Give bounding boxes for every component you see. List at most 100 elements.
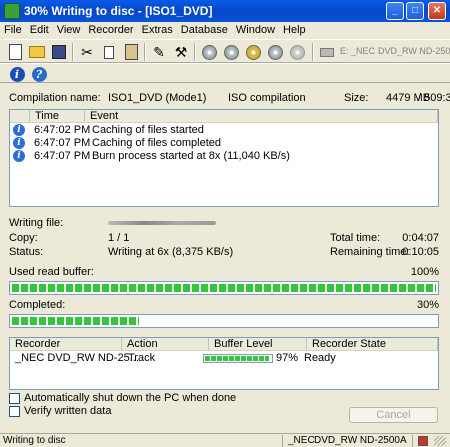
burn-icon[interactable] xyxy=(200,43,218,61)
completed-progress-bar xyxy=(9,314,439,328)
toolbar-separator xyxy=(72,43,74,61)
menu-view[interactable]: View xyxy=(53,22,85,36)
menu-recorder[interactable]: Recorder xyxy=(84,22,137,36)
completed-label: Completed: xyxy=(9,299,66,311)
menu-extras[interactable]: Extras xyxy=(138,22,177,36)
info-icon[interactable]: i xyxy=(8,65,26,83)
size-total-value: / 509:38.1 xyxy=(418,92,450,104)
event-log-list[interactable]: Time Event i 6:47:02 PM Caching of files… xyxy=(9,109,439,207)
minimize-button[interactable]: _ xyxy=(386,2,404,20)
secondary-toolbar: i ? xyxy=(0,63,450,83)
menu-file[interactable]: File xyxy=(0,22,26,36)
resize-grip-icon[interactable] xyxy=(434,436,446,446)
eject-icon[interactable] xyxy=(266,43,284,61)
log-event: Caching of files started xyxy=(92,124,204,136)
remaining-time-label: Remaining time: xyxy=(330,246,410,258)
log-time: 6:47:02 PM xyxy=(34,124,91,136)
erase-disc-icon[interactable] xyxy=(288,43,306,61)
recorder-row[interactable]: _NEC DVD_RW ND-25... Track 97% Ready xyxy=(10,352,438,365)
menu-database[interactable]: Database xyxy=(177,22,232,36)
buffer-progress-fill xyxy=(12,284,436,292)
log-time: 6:47:07 PM xyxy=(34,150,91,162)
log-event: Caching of files completed xyxy=(92,137,222,149)
recording-indicator-icon xyxy=(418,436,428,446)
compilation-type-value: ISO compilation xyxy=(228,92,306,104)
log-header-icon xyxy=(10,110,30,123)
verify-label[interactable]: Verify written data xyxy=(24,405,111,417)
info-event-icon: i xyxy=(13,137,25,149)
recorder-name: _NEC DVD_RW ND-25... xyxy=(15,352,139,364)
menu-window[interactable]: Window xyxy=(232,22,279,36)
buffer-percent: 100% xyxy=(410,266,439,278)
remaining-time-value: 0:10:05 xyxy=(402,246,439,258)
compilation-name-label: Compilation name: xyxy=(9,92,101,104)
toolbar-separator xyxy=(194,43,196,61)
shutdown-label[interactable]: Automatically shut down the PC when done xyxy=(24,392,236,404)
log-header-event[interactable]: Event xyxy=(85,110,438,123)
buffer-progress-bar xyxy=(9,281,439,295)
info-event-icon: i xyxy=(13,150,25,162)
rec-header-action[interactable]: Action xyxy=(122,338,209,351)
copy-disc-icon[interactable] xyxy=(222,43,240,61)
log-time: 6:47:07 PM xyxy=(34,137,91,149)
status-drive: _NEC xyxy=(288,435,315,446)
writing-file-value xyxy=(108,221,216,225)
cancel-button[interactable]: Cancel xyxy=(349,407,438,423)
log-row[interactable]: i 6:47:02 PM Caching of files started xyxy=(10,124,438,137)
close-button[interactable]: ✕ xyxy=(428,2,446,20)
open-folder-icon[interactable] xyxy=(28,43,46,61)
recorder-action: Track xyxy=(128,352,156,364)
status-label: Status: xyxy=(9,246,44,258)
status-model: DVD_RW ND-2500A xyxy=(314,435,407,446)
recorder-list[interactable]: Recorder Action Buffer Level Recorder St… xyxy=(9,337,439,390)
burn-window: 30% Writing to disc - [ISO1_DVD] _ □ ✕ F… xyxy=(0,0,450,447)
save-icon[interactable] xyxy=(50,43,68,61)
copy-label: Copy: xyxy=(9,232,38,244)
toolbar-separator xyxy=(312,43,314,61)
menu-help[interactable]: Help xyxy=(279,22,310,36)
recorder-buffer-percent: 97% xyxy=(276,352,299,364)
log-row[interactable]: i 6:47:07 PM Caching of files completed xyxy=(10,137,438,150)
shutdown-checkbox[interactable] xyxy=(9,393,20,404)
status-bar: Writing to disc _NEC DVD_RW ND-2500A xyxy=(0,433,450,447)
rec-header-state[interactable]: Recorder State xyxy=(307,338,438,351)
menu-edit[interactable]: Edit xyxy=(26,22,53,36)
rec-header-recorder[interactable]: Recorder xyxy=(10,338,122,351)
recorder-buffer-fill xyxy=(205,356,270,361)
verify-checkbox[interactable] xyxy=(9,406,20,417)
status-separator xyxy=(412,435,413,447)
menu-bar: File Edit View Recorder Extras Database Window… xyxy=(0,22,450,39)
title-bar: 30% Writing to disc - [ISO1_DVD] _ □ ✕ xyxy=(0,0,450,22)
write-compilation-icon[interactable]: ✎ xyxy=(150,43,168,61)
main-toolbar: ✂ ✎ ⚒ E: _NEC DVD_RW ND-2500A xyxy=(0,39,450,63)
tools-icon[interactable]: ⚒ xyxy=(172,43,190,61)
copy-icon[interactable] xyxy=(100,43,118,61)
compilation-name-value: ISO1_DVD (Mode1) xyxy=(108,92,207,104)
new-doc-icon[interactable] xyxy=(6,43,24,61)
completed-progress-fill xyxy=(12,317,140,325)
window-title: 30% Writing to disc - [ISO1_DVD] xyxy=(24,4,213,18)
app-icon xyxy=(4,3,20,19)
total-time-label: Total time: xyxy=(330,232,381,244)
disc-info-icon[interactable] xyxy=(244,43,262,61)
copy-value: 1 / 1 xyxy=(108,232,130,244)
cut-icon[interactable]: ✂ xyxy=(78,43,96,61)
writing-file-label: Writing file: xyxy=(9,217,64,229)
drive-model[interactable]: DVD_RW ND-2500A xyxy=(378,46,450,56)
rec-header-buffer[interactable]: Buffer Level xyxy=(209,338,307,351)
buffer-label: Used read buffer: xyxy=(9,266,94,278)
recorder-state: Ready xyxy=(304,352,336,364)
paste-icon[interactable] xyxy=(122,43,140,61)
size-label: Size: xyxy=(344,92,369,104)
drive-label[interactable]: E: _NEC xyxy=(340,46,375,56)
drive-icon xyxy=(318,43,336,61)
help-icon[interactable]: ? xyxy=(30,65,48,83)
log-row[interactable]: i 6:47:07 PM Burn process started at 8x … xyxy=(10,150,438,163)
toolbar-separator xyxy=(144,43,146,61)
status-separator xyxy=(282,435,283,447)
maximize-button[interactable]: □ xyxy=(406,2,424,20)
log-header-time[interactable]: Time xyxy=(30,110,85,123)
completed-percent: 30% xyxy=(416,299,439,311)
status-value: Writing at 6x (8,375 KB/s) xyxy=(108,246,234,258)
status-text: Writing to disc xyxy=(3,435,66,446)
